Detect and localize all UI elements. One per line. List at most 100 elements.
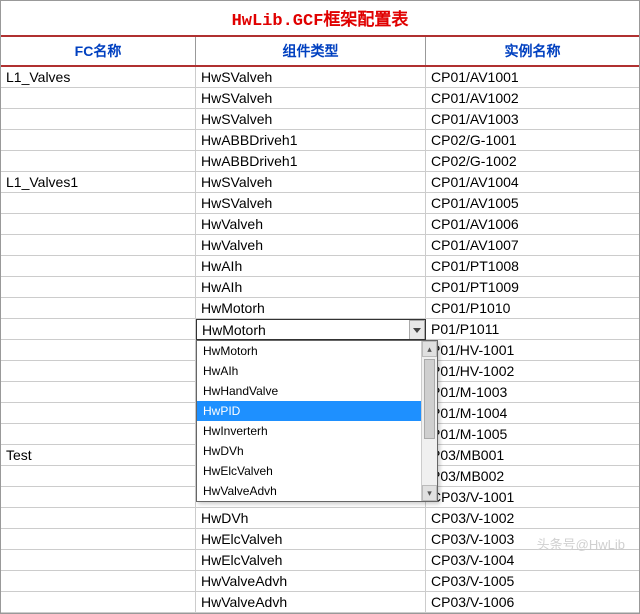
table-row: HwElcValvehCP03/V-1004 — [1, 550, 639, 571]
dropdown-item[interactable]: HwValveAdvh — [197, 481, 437, 501]
cell-comp-active[interactable]: HwMotorh — [196, 319, 426, 340]
cell-inst[interactable]: CP01/PT1008 — [426, 256, 639, 277]
dropdown-toggle[interactable] — [409, 320, 425, 340]
cell-comp[interactable]: HwElcValveh — [196, 550, 426, 571]
cell-comp[interactable]: HwABBDriveh1 — [196, 151, 426, 172]
cell-comp[interactable]: HwAIh — [196, 256, 426, 277]
cell-inst[interactable]: CP03/V-1002 — [426, 508, 639, 529]
table-row: HwMotorhCP01/P1010 — [1, 298, 639, 319]
cell-inst[interactable]: CP01/AV1001 — [426, 67, 639, 88]
cell-comp[interactable]: HwSValveh — [196, 67, 426, 88]
table-row: L1_Valves1HwSValvehCP01/AV1004 — [1, 172, 639, 193]
cell-fc[interactable] — [1, 130, 196, 151]
cell-fc[interactable] — [1, 466, 196, 487]
cell-fc[interactable] — [1, 529, 196, 550]
scroll-up-button[interactable]: ▴ — [422, 341, 437, 357]
dropdown-item[interactable]: HwMotorh — [197, 341, 437, 361]
chevron-down-icon — [413, 328, 421, 333]
dropdown-item[interactable]: HwInverterh — [197, 421, 437, 441]
cell-inst[interactable]: P01/M-1004 — [426, 403, 639, 424]
cell-comp[interactable]: HwAIh — [196, 277, 426, 298]
cell-comp[interactable]: HwValveAdvh — [196, 592, 426, 613]
cell-fc[interactable] — [1, 550, 196, 571]
cell-inst[interactable]: CP03/V-1003 — [426, 529, 639, 550]
cell-fc[interactable] — [1, 403, 196, 424]
dropdown-item[interactable]: HwAIh — [197, 361, 437, 381]
cell-inst[interactable]: CP01/AV1007 — [426, 235, 639, 256]
cell-fc[interactable] — [1, 571, 196, 592]
cell-fc[interactable] — [1, 151, 196, 172]
cell-fc[interactable]: L1_Valves1 — [1, 172, 196, 193]
cell-fc[interactable]: L1_Valves — [1, 67, 196, 88]
cell-inst[interactable]: CP03/V-1004 — [426, 550, 639, 571]
dropdown-scrollbar[interactable]: ▴ ▾ — [421, 341, 437, 501]
scroll-thumb[interactable] — [424, 359, 435, 439]
scroll-down-button[interactable]: ▾ — [422, 485, 437, 501]
cell-fc[interactable] — [1, 508, 196, 529]
cell-inst[interactable]: CP03/V-1001 — [426, 487, 639, 508]
table-row: HwDVhCP03/V-1002 — [1, 508, 639, 529]
cell-fc[interactable] — [1, 193, 196, 214]
cell-comp[interactable]: HwSValveh — [196, 109, 426, 130]
config-table: HwLib.GCF框架配置表 FC名称 组件类型 实例名称 L1_ValvesH… — [0, 0, 640, 614]
table-row: HwValvehCP01/AV1006 — [1, 214, 639, 235]
cell-fc[interactable] — [1, 592, 196, 613]
cell-inst[interactable]: CP01/AV1003 — [426, 109, 639, 130]
cell-comp[interactable]: HwSValveh — [196, 193, 426, 214]
cell-comp[interactable]: HwValveh — [196, 214, 426, 235]
header-row: FC名称 组件类型 实例名称 — [1, 37, 639, 67]
cell-comp[interactable]: HwValveAdvh — [196, 571, 426, 592]
cell-fc[interactable] — [1, 235, 196, 256]
cell-inst[interactable]: P01/HV-1001 — [426, 340, 639, 361]
cell-inst[interactable]: CP03/V-1005 — [426, 571, 639, 592]
cell-fc[interactable] — [1, 277, 196, 298]
cell-inst[interactable]: CP01/PT1009 — [426, 277, 639, 298]
dropdown-item[interactable]: HwElcValveh — [197, 461, 437, 481]
cell-fc[interactable] — [1, 88, 196, 109]
table-row: HwValveAdvhCP03/V-1006 — [1, 592, 639, 613]
cell-inst[interactable]: P01/M-1005 — [426, 424, 639, 445]
cell-comp[interactable]: HwValveh — [196, 235, 426, 256]
table-row: HwValveAdvhCP03/V-1005 — [1, 571, 639, 592]
cell-fc[interactable] — [1, 214, 196, 235]
active-row: HwMotorh P01/P1011 — [1, 319, 639, 340]
cell-fc[interactable] — [1, 382, 196, 403]
cell-inst[interactable]: CP02/G-1001 — [426, 130, 639, 151]
header-inst: 实例名称 — [426, 37, 639, 65]
cell-fc[interactable] — [1, 109, 196, 130]
cell-inst[interactable]: P03/MB001 — [426, 445, 639, 466]
cell-inst[interactable]: CP01/AV1002 — [426, 88, 639, 109]
dropdown-item[interactable]: HwHandValve — [197, 381, 437, 401]
cell-inst[interactable]: P01/M-1003 — [426, 382, 639, 403]
cell-inst[interactable]: P03/MB002 — [426, 466, 639, 487]
table-row: HwAIhCP01/PT1008 — [1, 256, 639, 277]
table-row: HwABBDriveh1CP02/G-1002 — [1, 151, 639, 172]
cell-fc[interactable] — [1, 424, 196, 445]
cell-fc[interactable] — [1, 319, 196, 340]
cell-inst[interactable]: CP03/V-1006 — [426, 592, 639, 613]
cell-inst[interactable]: CP02/G-1002 — [426, 151, 639, 172]
cell-inst[interactable]: P01/HV-1002 — [426, 361, 639, 382]
dropdown-item[interactable]: HwDVh — [197, 441, 437, 461]
dropdown-item[interactable]: HwPID — [197, 401, 437, 421]
cell-comp[interactable]: HwSValveh — [196, 172, 426, 193]
dropdown-list[interactable]: HwMotorhHwAIhHwHandValveHwPIDHwInverterh… — [196, 340, 438, 502]
table-title: HwLib.GCF框架配置表 — [1, 1, 639, 37]
cell-inst[interactable]: P01/P1011 — [426, 319, 639, 340]
cell-comp[interactable]: HwDVh — [196, 508, 426, 529]
cell-inst[interactable]: CP01/AV1006 — [426, 214, 639, 235]
cell-fc[interactable] — [1, 487, 196, 508]
cell-inst[interactable]: CP01/AV1005 — [426, 193, 639, 214]
cell-comp[interactable]: HwElcValveh — [196, 529, 426, 550]
cell-inst[interactable]: CP01/AV1004 — [426, 172, 639, 193]
cell-fc[interactable] — [1, 361, 196, 382]
cell-fc[interactable] — [1, 298, 196, 319]
cell-comp[interactable]: HwSValveh — [196, 88, 426, 109]
cell-comp[interactable]: HwMotorh — [196, 298, 426, 319]
cell-inst[interactable]: CP01/P1010 — [426, 298, 639, 319]
cell-fc[interactable] — [1, 256, 196, 277]
header-fc: FC名称 — [1, 37, 196, 65]
cell-fc[interactable] — [1, 340, 196, 361]
cell-comp[interactable]: HwABBDriveh1 — [196, 130, 426, 151]
cell-fc[interactable]: Test — [1, 445, 196, 466]
